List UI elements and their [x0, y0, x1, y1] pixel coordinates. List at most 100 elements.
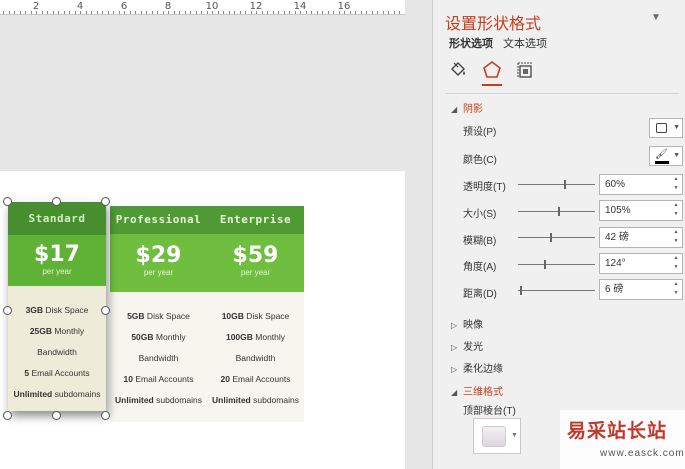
ruler-tick: [300, 11, 301, 14]
ruler-tick: [190, 11, 191, 14]
blur-value: 42 磅: [605, 232, 629, 243]
resize-handle-right[interactable]: [101, 306, 110, 315]
ruler-tick: [3, 11, 4, 14]
feature-line: Unlimited subdomains: [207, 390, 304, 411]
feature-text: Email Accounts: [29, 368, 90, 378]
distance-slider[interactable]: [518, 286, 595, 295]
ruler-tick: [218, 11, 219, 14]
tab-shape-options[interactable]: 形状选项: [449, 35, 493, 51]
slider-thumb[interactable]: [558, 207, 560, 216]
spin-arrows-icon[interactable]: ▲ ▼: [670, 201, 682, 220]
fill-line-icon[interactable]: [446, 58, 470, 82]
resize-handle-top[interactable]: [52, 197, 61, 206]
shadow-color-picker[interactable]: 🖌 ▼: [649, 146, 683, 166]
ruler-tick: [212, 11, 213, 14]
ruler-tick: [108, 11, 109, 14]
slider-thumb[interactable]: [544, 260, 546, 269]
expand-triangle-icon: ▷: [451, 343, 458, 352]
ruler-tick: [86, 11, 87, 14]
feature-text: Disk Space: [243, 311, 290, 321]
plan-price-block: $59 per year: [207, 234, 304, 292]
blur-input[interactable]: 42 磅 ▲ ▼: [599, 227, 683, 248]
ruler-tick: [267, 11, 268, 14]
ruler-tick: [333, 11, 334, 14]
pricing-column-enterprise[interactable]: Enterprise $59 per year 10GB Disk Space 1…: [207, 206, 304, 422]
ruler-tick: [146, 11, 147, 14]
preset-label: 预设(P): [463, 127, 497, 138]
spin-arrows-icon[interactable]: ▲ ▼: [670, 254, 682, 273]
feature-line: Unlimited subdomains: [8, 384, 106, 405]
feature-highlight: 5GB: [127, 311, 145, 321]
resize-handle-top-right[interactable]: [101, 197, 110, 206]
size-properties-icon[interactable]: [513, 58, 537, 82]
collapse-triangle-icon: ◢: [451, 388, 458, 397]
tab-text-options[interactable]: 文本选项: [503, 35, 547, 51]
spin-arrows-icon[interactable]: ▲ ▼: [670, 280, 682, 299]
plan-name: Standard: [8, 202, 106, 235]
ruler-tick: [355, 11, 356, 14]
slider-thumb[interactable]: [550, 233, 552, 242]
feature-line: 100GB Monthly: [207, 327, 304, 348]
feature-line: 3GB Disk Space: [8, 300, 106, 321]
section-soft-edges[interactable]: ▷ 柔化边缘: [451, 360, 503, 375]
angle-value: 124°: [605, 258, 626, 269]
resize-handle-bottom-right[interactable]: [101, 411, 110, 420]
ruler-tick: [36, 11, 37, 14]
feature-line: Bandwidth: [8, 342, 106, 363]
ruler-tick: [163, 11, 164, 14]
slide-canvas[interactable]: 2 4 6 8 10 12 14 16 Professional $29 per year 5…: [0, 0, 405, 469]
ruler-tick: [295, 11, 296, 14]
angle-slider[interactable]: [518, 260, 595, 269]
slider-thumb[interactable]: [520, 286, 522, 295]
section-reflection[interactable]: ▷ 映像: [451, 316, 483, 331]
ruler-tick: [157, 11, 158, 14]
section-shadow[interactable]: ◢ 阴影: [451, 100, 483, 115]
ruler-tick: [240, 11, 241, 14]
transparency-slider[interactable]: [518, 180, 595, 189]
ruler-tick: [64, 11, 65, 14]
feature-line: 10GB Disk Space: [207, 306, 304, 327]
feature-text: subdomains: [52, 389, 101, 399]
feature-text: Disk Space: [43, 305, 89, 315]
ruler-tick: [97, 11, 98, 14]
shadow-preset-picker[interactable]: ▼: [649, 118, 683, 138]
distance-input[interactable]: 6 磅 ▲ ▼: [599, 279, 683, 300]
effects-icon[interactable]: [480, 58, 504, 82]
feature-text: Email Accounts: [132, 374, 194, 384]
ruler-tick: [58, 11, 59, 14]
section-glow[interactable]: ▷ 发光: [451, 338, 483, 353]
feature-highlight: Unlimited: [212, 395, 251, 405]
slider-thumb[interactable]: [564, 180, 566, 189]
chevron-down-icon: ▼: [511, 432, 518, 439]
angle-input[interactable]: 124° ▲ ▼: [599, 253, 683, 274]
resize-handle-left[interactable]: [3, 306, 12, 315]
ruler-tick: [201, 11, 202, 14]
feature-line: 10 Email Accounts: [110, 369, 207, 390]
angle-label: 角度(A): [463, 262, 497, 273]
spin-arrows-icon[interactable]: ▲ ▼: [670, 175, 682, 194]
resize-handle-bottom[interactable]: [52, 411, 61, 420]
ruler-tick: [207, 11, 208, 14]
ruler-tick: [234, 11, 235, 14]
watermark-url: www.easck.com: [600, 448, 685, 459]
plan-price-block: $29 per year: [110, 234, 207, 292]
resize-handle-top-left[interactable]: [3, 197, 12, 206]
blur-slider[interactable]: [518, 233, 595, 242]
pane-options-chevron-icon[interactable]: ▼: [651, 12, 661, 23]
top-bevel-picker[interactable]: ▼: [473, 418, 521, 454]
transparency-value: 60%: [605, 179, 626, 190]
pricing-column-standard[interactable]: Standard $17 per year 3GB Disk Space 25GB…: [8, 202, 106, 411]
ruler-tick: [223, 11, 224, 14]
transparency-input[interactable]: 60% ▲ ▼: [599, 174, 683, 195]
ruler-tick: [130, 11, 131, 14]
section-3d-format[interactable]: ◢ 三维格式: [451, 383, 503, 398]
chevron-down-icon: ▼: [673, 152, 680, 159]
size-input[interactable]: 105% ▲ ▼: [599, 200, 683, 221]
active-tab-indicator: [482, 84, 502, 86]
size-slider[interactable]: [518, 207, 595, 216]
pricing-column-professional[interactable]: Professional $29 per year 5GB Disk Space…: [110, 206, 207, 422]
spin-arrows-icon[interactable]: ▲ ▼: [670, 228, 682, 247]
resize-handle-bottom-left[interactable]: [3, 411, 12, 420]
watermark: 易采站长站 www.easck.com: [560, 410, 685, 469]
feature-text: Monthly: [153, 332, 186, 342]
